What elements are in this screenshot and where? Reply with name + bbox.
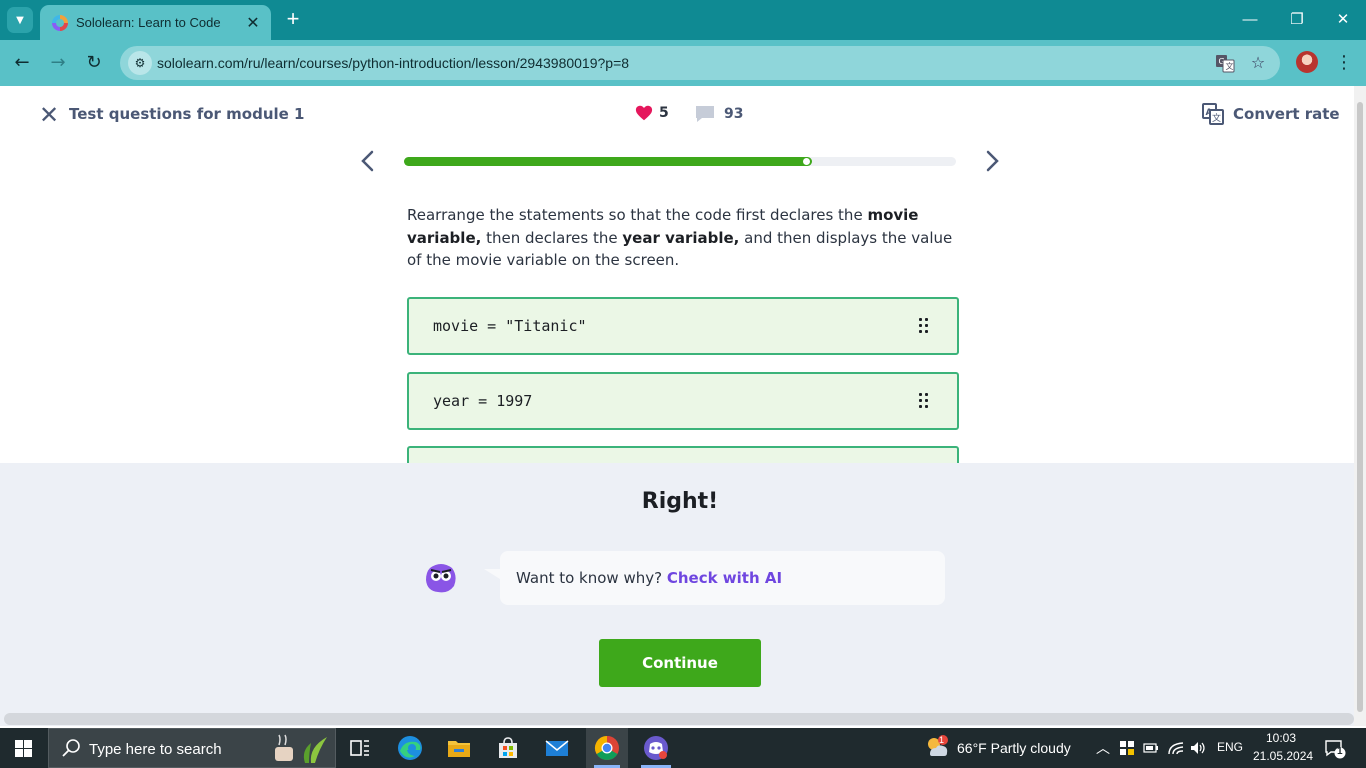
close-window-icon[interactable]: ✕ — [1331, 8, 1355, 32]
progress-marker — [803, 158, 810, 165]
translate-icon: A文 — [1202, 103, 1224, 125]
edge-browser-icon[interactable] — [396, 734, 424, 762]
lesson-progress-bar — [404, 157, 956, 166]
translate-page-icon[interactable]: G文 — [1215, 53, 1235, 73]
address-bar[interactable]: ⚙ sololearn.com/ru/learn/courses/python-… — [120, 46, 1280, 80]
sololearn-favicon-icon — [52, 14, 68, 31]
code-block-movie[interactable]: movie = "Titanic" — [407, 297, 959, 355]
minimize-icon[interactable]: — — [1238, 8, 1262, 32]
browser-tab[interactable]: Sololearn: Learn to Code ✕ — [40, 5, 271, 40]
restore-icon[interactable]: ❐ — [1285, 8, 1309, 32]
battery-icon[interactable] — [1143, 741, 1159, 755]
drag-handle-icon[interactable] — [919, 318, 929, 334]
forward-arrow-icon[interactable]: → — [46, 51, 70, 75]
weather-badge: 1 — [939, 735, 945, 745]
comments-button[interactable]: 93 — [694, 104, 743, 124]
code-line: movie = "Titanic" — [433, 317, 587, 335]
lesson-page: ✕ Test questions for module 1 5 93 A文 Co… — [0, 86, 1366, 726]
ai-hint-text: Want to know why? Check with AI — [516, 569, 783, 587]
next-arrow-icon[interactable] — [982, 149, 1002, 173]
volume-icon[interactable] — [1189, 740, 1207, 756]
search-highlight-art-icon — [275, 734, 327, 763]
show-hidden-icons-chevron-icon[interactable]: ︿ — [1096, 738, 1110, 758]
clock-time[interactable]: 10:03 — [1266, 731, 1296, 745]
result-title: Right! — [641, 489, 719, 514]
ai-bot-avatar-icon — [426, 564, 456, 593]
question-text: Rearrange the statements so that the cod… — [407, 206, 953, 269]
hearts-counter: 5 — [635, 104, 669, 122]
lesson-title: Test questions for module 1 — [69, 105, 305, 123]
new-tab-icon[interactable]: + — [282, 8, 304, 30]
profile-avatar[interactable] — [1296, 51, 1318, 73]
task-view-icon[interactable] — [346, 734, 374, 762]
site-info-icon[interactable]: ⚙ — [128, 51, 152, 75]
wifi-icon[interactable] — [1167, 740, 1185, 756]
convert-rate-label: Convert rate — [1233, 105, 1340, 123]
taskbar-search-box[interactable]: Type here to search — [48, 728, 336, 768]
chrome-icon — [594, 736, 619, 761]
convert-rate-button[interactable]: A文 Convert rate — [1202, 103, 1340, 125]
discord-app-icon[interactable] — [642, 734, 670, 762]
search-placeholder: Type here to search — [89, 741, 222, 758]
reload-icon[interactable]: ↻ — [82, 51, 106, 75]
code-block-year[interactable]: year = 1997 — [407, 372, 959, 430]
language-indicator[interactable]: ENG — [1217, 740, 1243, 754]
file-explorer-icon[interactable] — [445, 734, 473, 762]
microsoft-store-icon[interactable] — [494, 734, 522, 762]
result-panel: Right! Want to know why? Check with AI C… — [0, 463, 1366, 726]
close-lesson-icon[interactable]: ✕ — [38, 103, 60, 127]
bookmark-star-icon[interactable]: ☆ — [1248, 53, 1268, 73]
svg-text:文: 文 — [1212, 112, 1221, 124]
browser-menu-icon[interactable]: ⋮ — [1334, 51, 1354, 75]
code-line: year = 1997 — [433, 392, 533, 410]
url-text[interactable]: sololearn.com/ru/learn/courses/python-in… — [157, 55, 629, 71]
weather-text[interactable]: 66°F Partly cloudy — [957, 740, 1071, 756]
search-icon — [62, 739, 80, 757]
windows-taskbar: Type here to search 1 66°F Partly cloudy… — [0, 728, 1366, 768]
heart-icon — [635, 105, 653, 121]
back-arrow-icon[interactable]: ← — [10, 51, 34, 75]
mail-icon[interactable] — [543, 734, 571, 762]
continue-button[interactable]: Continue — [599, 639, 761, 687]
notification-count: 1 — [1337, 746, 1343, 757]
tab-strip: ▼ Sololearn: Learn to Code ✕ + — ❐ ✕ — [0, 0, 1366, 40]
drag-handle-icon[interactable] — [919, 393, 929, 409]
chrome-taskbar-active[interactable] — [586, 728, 628, 768]
check-with-ai-link[interactable]: Check with AI — [667, 569, 782, 587]
comment-icon — [696, 106, 714, 122]
security-shield-icon[interactable] — [1119, 740, 1135, 756]
weather-partly-cloudy-icon[interactable] — [924, 734, 950, 760]
clock-date[interactable]: 21.05.2024 — [1253, 749, 1313, 763]
progress-fill — [404, 157, 812, 166]
ai-hint-bubble: Want to know why? Check with AI — [484, 551, 945, 605]
scrollbar-thumb[interactable] — [1357, 102, 1363, 712]
svg-text:文: 文 — [1226, 61, 1234, 71]
windows-start-icon[interactable] — [15, 740, 32, 757]
horizontal-scrollbar[interactable] — [4, 713, 1354, 725]
vertical-scrollbar[interactable] — [1354, 86, 1366, 726]
tab-search-chevron-icon[interactable]: ▼ — [7, 7, 33, 33]
close-tab-icon[interactable]: ✕ — [245, 13, 261, 32]
comments-count: 93 — [724, 106, 744, 122]
browser-toolbar: ← → ↻ ⚙ sololearn.com/ru/learn/courses/p… — [0, 40, 1366, 86]
previous-arrow-icon[interactable] — [358, 149, 378, 173]
tab-title: Sololearn: Learn to Code — [76, 15, 221, 30]
hearts-count: 5 — [659, 105, 669, 121]
